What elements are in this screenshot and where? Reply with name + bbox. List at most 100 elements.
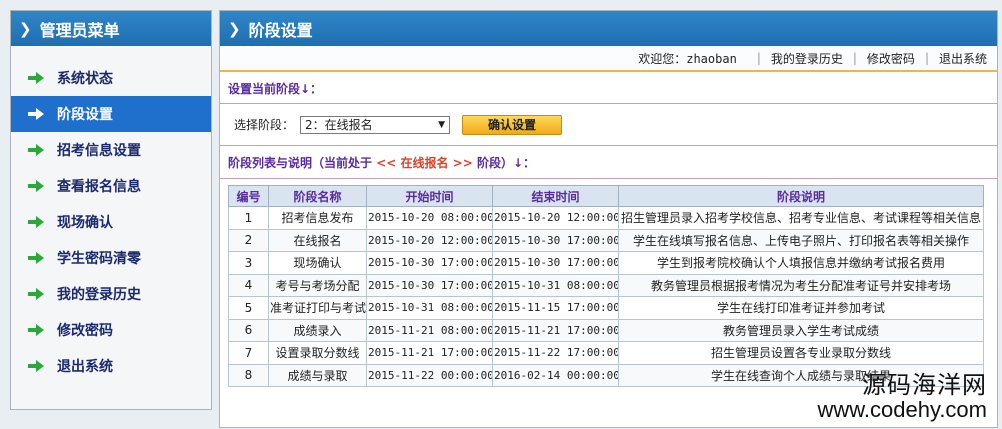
arrow-right-icon	[27, 251, 45, 265]
sidebar-title: 管理员菜单	[39, 20, 120, 40]
table-cell: 4	[228, 273, 269, 297]
table-cell: 准考证打印与考试	[268, 296, 367, 320]
arrow-right-icon	[27, 323, 45, 337]
divider: |	[756, 51, 761, 65]
table-cell: 1	[228, 206, 269, 230]
table-cell: 2015-10-20 12:00:00.0	[492, 206, 619, 230]
stage-select[interactable]: 2：在线报名 ▼	[300, 115, 451, 134]
arrow-right-icon	[27, 179, 45, 193]
list-title-suffix: 阶段）↓：	[476, 156, 536, 170]
arrow-right-icon	[27, 359, 45, 373]
stage-table: 编号 阶段名称 开始时间 结束时间 阶段说明 1 招考信息发布 2015-10-20 08:…	[228, 185, 984, 387]
watermark-url: www.codehy.com	[817, 396, 987, 422]
table-row: 1招考信息发布2015-10-20 08:00:00.02015-10-20 1…	[228, 206, 984, 230]
sidebar-item-label: 系统状态	[57, 71, 113, 87]
admin-sidebar: ❯ 管理员菜单 系统状态阶段设置招考信息设置查看报名信息 现场确认学生密码清零 我的…	[10, 10, 212, 410]
table-row: 5准考证打印与考试2015-10-31 08:00:00.02015-11-15…	[228, 296, 984, 320]
welcome-label: 欢迎您：	[638, 51, 687, 66]
table-cell: 2016-02-14 00:00:00.0	[492, 363, 619, 387]
table-cell: 招考信息发布	[268, 206, 367, 230]
welcome-text: 欢迎您：zhaoban	[638, 50, 737, 67]
confirm-setting-button[interactable]: 确认设置	[462, 114, 563, 135]
stage-select-row: 选择阶段： 2：在线报名 ▼ 确认设置	[220, 104, 997, 146]
table-cell: 2015-10-30 17:00:00.0	[366, 251, 493, 275]
table-cell: 在线报名	[268, 228, 367, 252]
table-cell: 2015-11-21 17:00:00.0	[366, 341, 493, 365]
table-cell: 7	[228, 341, 269, 365]
table-cell: 招生管理员设置各专业录取分数线	[618, 341, 984, 365]
sidebar-item[interactable]: 查看报名信息	[11, 168, 211, 204]
table-cell: 现场确认	[268, 251, 367, 275]
column-header: 编号	[228, 185, 269, 207]
table-cell: 2015-11-21 17:00:00.0	[492, 318, 619, 342]
dropdown-arrow-icon: ▼	[438, 119, 446, 130]
sidebar-item[interactable]: 系统状态	[11, 60, 211, 96]
watermark: 源码海洋网 www.codehy.com	[817, 370, 987, 422]
table-cell: 学生在线填写报名信息、上传电子照片、打印报名表等相关操作	[618, 228, 984, 252]
table-cell: 8	[228, 363, 269, 387]
sidebar-menu: 系统状态阶段设置招考信息设置查看报名信息 现场确认学生密码清零 我的登录历史 修改密码…	[11, 60, 211, 384]
table-cell: 5	[228, 296, 269, 320]
table-cell: 2	[228, 228, 269, 252]
arrow-right-icon	[27, 287, 45, 301]
table-row: 7设置录取分数线2015-11-21 17:00:00.02015-11-22 …	[228, 341, 984, 365]
sidebar-item[interactable]: 招考信息设置	[11, 132, 211, 168]
table-cell: 2015-10-20 12:00:00.0	[366, 228, 493, 252]
sidebar-item-label: 学生密码清零	[57, 251, 141, 267]
sidebar-item[interactable]: 修改密码	[11, 312, 211, 348]
sidebar-item[interactable]: 学生密码清零	[11, 240, 211, 276]
divider: |	[852, 51, 857, 65]
table-cell: 教务管理员录入学生考试成绩	[618, 318, 984, 342]
change-password-link[interactable]: 修改密码	[867, 50, 915, 67]
table-cell: 6	[228, 318, 269, 342]
table-cell: 2015-11-22 17:00:00.0	[492, 341, 619, 365]
column-header: 阶段名称	[268, 185, 367, 207]
logout-link[interactable]: 退出系统	[939, 50, 987, 67]
stage-select-value: 2：在线报名	[305, 118, 373, 132]
column-header: 开始时间	[366, 185, 493, 207]
table-cell: 2015-10-30 17:00:00.0	[492, 228, 619, 252]
table-header-row: 编号 阶段名称 开始时间 结束时间 阶段说明	[228, 185, 984, 207]
username: zhaoban	[686, 51, 737, 66]
stage-list-title: 阶段列表与说明（当前处于 << 在线报名 >> 阶段）↓：	[220, 146, 997, 179]
sidebar-header: ❯ 管理员菜单	[11, 11, 211, 46]
sidebar-item[interactable]: 我的登录历史	[11, 276, 211, 312]
table-cell: 成绩录入	[268, 318, 367, 342]
sidebar-item-label: 修改密码	[57, 323, 113, 339]
table-cell: 2015-11-21 08:00:00.0	[366, 318, 493, 342]
table-cell: 2015-11-22 00:00:00.0	[366, 363, 493, 387]
table-row: 2在线报名2015-10-20 12:00:00.02015-10-30 17:…	[228, 228, 984, 252]
login-history-link[interactable]: 我的登录历史	[771, 50, 843, 67]
sidebar-item-label: 阶段设置	[57, 107, 113, 123]
list-title-prefix: 阶段列表与说明（当前处于	[228, 156, 373, 170]
table-cell: 2015-10-31 08:00:00.0	[492, 273, 619, 297]
sidebar-item[interactable]: 现场确认	[11, 204, 211, 240]
arrow-right-icon	[27, 143, 45, 157]
table-cell: 成绩与录取	[268, 363, 367, 387]
table-cell: 招生管理员录入招考学校信息、招考专业信息、考试课程等相关信息	[618, 206, 984, 230]
chevron-right-icon: ❯	[19, 19, 32, 38]
main-header: ❯ 阶段设置	[220, 11, 997, 46]
page-title: 阶段设置	[248, 20, 313, 40]
arrow-right-icon	[27, 107, 45, 121]
watermark-title: 源码海洋网	[862, 370, 987, 399]
sidebar-item[interactable]: 阶段设置	[11, 96, 211, 132]
table-cell: 2015-11-15 17:00:00.0	[492, 296, 619, 320]
sidebar-item[interactable]: 退出系统	[11, 348, 211, 384]
select-stage-label: 选择阶段：	[234, 118, 295, 132]
arrow-right-icon	[27, 215, 45, 229]
arrow-right-icon	[27, 71, 45, 85]
table-cell: 考号与考场分配	[268, 273, 367, 297]
table-row: 6成绩录入2015-11-21 08:00:00.02015-11-21 17:…	[228, 318, 984, 342]
table-cell: 2015-10-20 08:00:00.0	[366, 206, 493, 230]
column-header: 阶段说明	[618, 185, 984, 207]
main-panel: ❯ 阶段设置 欢迎您：zhaoban | 我的登录历史 | 修改密码 | 退出系…	[219, 10, 998, 428]
divider: |	[924, 51, 929, 65]
user-topbar: 欢迎您：zhaoban | 我的登录历史 | 修改密码 | 退出系统	[220, 46, 997, 72]
table-cell: 2015-10-31 08:00:00.0	[366, 296, 493, 320]
sidebar-item-label: 查看报名信息	[57, 179, 141, 195]
chevron-right-icon: ❯	[228, 19, 241, 38]
table-cell: 2015-10-30 17:00:00.0	[366, 273, 493, 297]
sidebar-item-label: 我的登录历史	[57, 287, 141, 303]
sidebar-item-label: 现场确认	[57, 215, 113, 231]
